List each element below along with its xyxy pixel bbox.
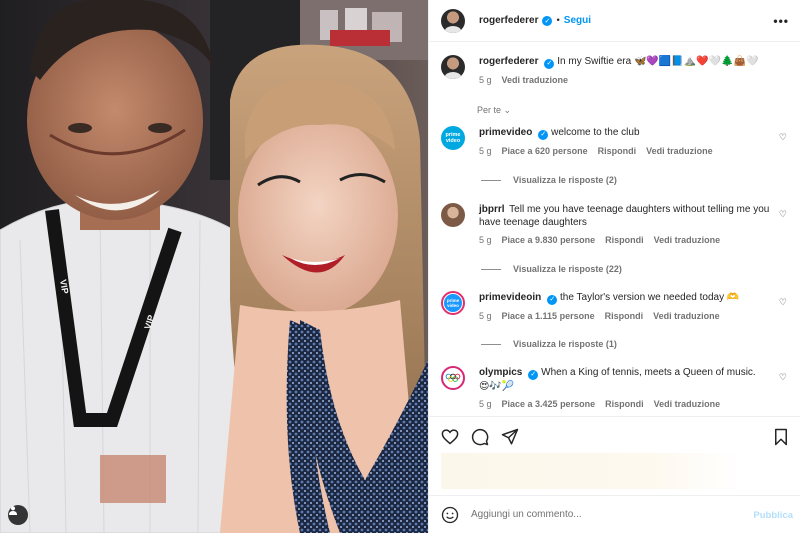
comment-icon[interactable]: [470, 427, 490, 447]
comment-time[interactable]: 5 g: [479, 235, 492, 245]
view-replies-button[interactable]: Visualizza le risposte (22): [481, 264, 622, 274]
comment-like-heart-icon[interactable]: ♡: [779, 132, 787, 143]
caption-username[interactable]: rogerfederer: [479, 56, 538, 67]
comment-row: prime video primevideo ✓ welcome to the c…: [441, 126, 791, 156]
author-avatar[interactable]: [441, 8, 465, 33]
comment-row: olympics ✓ When a King of tennis, meets a…: [441, 366, 791, 409]
bookmark-icon[interactable]: [771, 427, 791, 447]
view-replies-button[interactable]: Visualizza le risposte (1): [481, 339, 617, 349]
comment-text: When a King of tennis, meets a Queen of …: [541, 367, 756, 378]
comment-username[interactable]: primevideoin: [479, 292, 541, 303]
comment-text-emoji: 😍🎶🎾: [479, 380, 515, 392]
comment-time[interactable]: 5 g: [479, 311, 492, 321]
comment-username[interactable]: jbprrl: [479, 204, 505, 215]
post-header: rogerfederer ✓ • Segui •••: [429, 0, 800, 42]
comment-likes[interactable]: Piace a 1.115 persone: [502, 311, 595, 321]
view-replies-button[interactable]: Visualizza le risposte (2): [481, 175, 617, 185]
comment-input[interactable]: [471, 509, 731, 520]
comment-row: jbprrl Tell me you have teenage daughter…: [441, 203, 791, 245]
comment-time[interactable]: 5 g: [479, 399, 492, 409]
post-photo[interactable]: VIP VIP: [0, 0, 428, 533]
caption-translate-link[interactable]: Vedi traduzione: [502, 75, 569, 85]
verified-badge-icon: ✓: [528, 369, 539, 380]
reply-link[interactable]: Rispondi: [598, 146, 637, 156]
more-options-icon[interactable]: •••: [773, 14, 789, 28]
comment-row: prime video primevideoin ✓ the Taylor's v…: [441, 291, 791, 321]
caption-text: In my Swiftie era 🦋💜🟦📘⛰️❤️🤍🌲👜🤍: [557, 56, 759, 67]
verified-badge-icon: ✓: [538, 129, 549, 140]
comment-like-heart-icon[interactable]: ♡: [779, 297, 787, 308]
emoji-icon[interactable]: [441, 506, 459, 524]
translate-link[interactable]: Vedi traduzione: [653, 311, 720, 321]
comment-avatar[interactable]: [441, 366, 465, 390]
olympic-rings-icon: [445, 373, 461, 382]
reply-link[interactable]: Rispondi: [605, 399, 644, 409]
caption-time[interactable]: 5 g: [479, 75, 492, 85]
comment-likes[interactable]: Piace a 9.830 persone: [502, 235, 596, 245]
comment-username[interactable]: primevideo: [479, 127, 532, 138]
post-dialog: VIP VIP rogerfederer ✓ • Segui ••• roger…: [0, 0, 800, 533]
verified-badge-icon: ✓: [542, 15, 553, 26]
post-actions: [429, 416, 800, 494]
translate-link[interactable]: Vedi traduzione: [654, 235, 721, 245]
caption-avatar[interactable]: [441, 55, 465, 79]
author-username[interactable]: rogerfederer: [479, 15, 538, 26]
follow-button[interactable]: Segui: [564, 15, 591, 26]
verified-badge-icon: ✓: [547, 294, 558, 305]
reply-link[interactable]: Rispondi: [605, 311, 644, 321]
comment-avatar[interactable]: [441, 203, 465, 227]
comment-like-heart-icon[interactable]: ♡: [779, 209, 787, 220]
verified-badge-icon: ✓: [544, 58, 555, 69]
separator-dot: •: [556, 15, 560, 26]
comment-composer: Pubblica: [429, 495, 800, 533]
post-side-panel: rogerfederer ✓ • Segui ••• rogerfederer ✓…: [428, 0, 800, 533]
user-tag-icon[interactable]: [8, 505, 28, 525]
likes-summary-placeholder: [441, 453, 741, 489]
selfie-image: VIP VIP: [0, 0, 428, 533]
comment-likes[interactable]: Piace a 3.425 persone: [502, 399, 596, 409]
heart-icon[interactable]: [440, 427, 460, 447]
comment-like-heart-icon[interactable]: ♡: [779, 372, 787, 383]
sort-for-you-dropdown[interactable]: Per te ⌄: [477, 105, 511, 116]
comment-text: the Taylor's version we needed today 🫶: [560, 292, 740, 303]
comment-avatar[interactable]: prime video: [441, 291, 465, 315]
caption-row: rogerfederer ✓ In my Swiftie era 🦋💜🟦📘⛰️❤️…: [441, 55, 791, 85]
translate-link[interactable]: Vedi traduzione: [654, 399, 721, 409]
comment-text: Tell me you have teenage daughters witho…: [479, 204, 770, 228]
comment-username[interactable]: olympics: [479, 367, 522, 378]
comment-likes[interactable]: Piace a 620 persone: [502, 146, 588, 156]
comment-text: welcome to the club: [551, 127, 640, 138]
comment-avatar[interactable]: prime video: [441, 126, 465, 150]
translate-link[interactable]: Vedi traduzione: [646, 146, 713, 156]
comment-time[interactable]: 5 g: [479, 146, 492, 156]
publish-button[interactable]: Pubblica: [753, 510, 793, 521]
reply-link[interactable]: Rispondi: [605, 235, 644, 245]
comments-list[interactable]: rogerfederer ✓ In my Swiftie era 🦋💜🟦📘⛰️❤️…: [429, 43, 800, 415]
share-icon[interactable]: [500, 427, 520, 447]
